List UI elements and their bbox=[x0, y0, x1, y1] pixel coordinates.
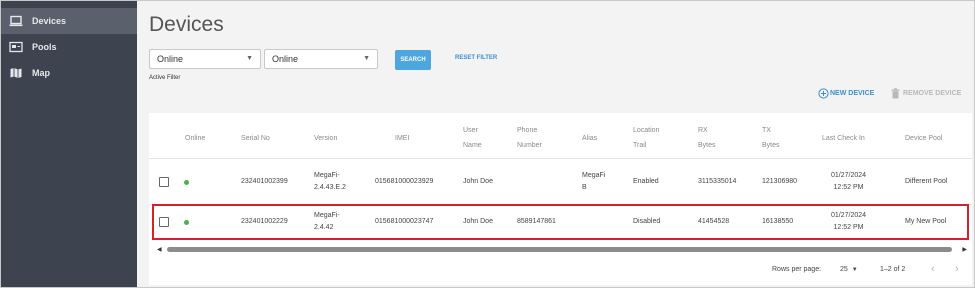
column-header-last-check-in[interactable]: Last Check In bbox=[822, 131, 865, 146]
sidebar-item-devices[interactable]: Devices bbox=[1, 8, 137, 34]
status-select-1[interactable]: Online ▼ bbox=[149, 49, 261, 69]
cell-line: MegaFi- bbox=[314, 172, 340, 179]
cell-version: MegaFi- 2.4.43.E.2 bbox=[314, 170, 346, 194]
column-header-alias[interactable]: Alias bbox=[582, 131, 597, 146]
column-header-imei[interactable]: IMEI bbox=[395, 131, 409, 146]
scroll-right-arrow-icon[interactable]: ▶ bbox=[962, 246, 967, 253]
header-line: Number bbox=[517, 142, 542, 149]
header-line: TX bbox=[762, 127, 771, 134]
scrollbar-thumb[interactable] bbox=[167, 247, 952, 252]
search-button[interactable]: SEARCH bbox=[395, 50, 431, 70]
header-line: Bytes bbox=[698, 142, 716, 149]
header-divider bbox=[149, 158, 972, 159]
header-line: Name bbox=[463, 142, 482, 149]
column-header-tx-bytes[interactable]: TX Bytes bbox=[762, 123, 780, 153]
column-header-phone[interactable]: Phone Number bbox=[517, 123, 542, 153]
select-value: Online bbox=[157, 54, 184, 64]
scroll-left-arrow-icon[interactable]: ◀ bbox=[157, 246, 162, 253]
remove-device-label: REMOVE DEVICE bbox=[903, 90, 962, 97]
column-header-online[interactable]: Online bbox=[185, 131, 205, 146]
rows-per-page-select[interactable]: 25 ▼ bbox=[840, 266, 858, 273]
cell-imei: 015681000023929 bbox=[375, 178, 434, 185]
header-line: Trail bbox=[633, 142, 647, 149]
sidebar: Devices Pools Map bbox=[1, 1, 137, 287]
cell-alias: MegaFi B bbox=[582, 170, 605, 194]
sidebar-item-pools[interactable]: Pools bbox=[1, 34, 137, 60]
cell-location-trail: Enabled bbox=[633, 178, 659, 185]
row-checkbox[interactable] bbox=[159, 177, 169, 187]
cell-serial: 232401002399 bbox=[241, 178, 288, 185]
cell-line: MegaFi bbox=[582, 172, 606, 179]
status-select-2[interactable]: Online ▼ bbox=[264, 49, 378, 69]
pagination-range: 1–2 of 2 bbox=[880, 266, 906, 273]
header-line: RX bbox=[698, 127, 708, 134]
active-filter-label: Active Filter bbox=[149, 75, 181, 81]
row-highlight-box bbox=[152, 204, 969, 240]
cell-device-pool: Different Pool bbox=[905, 178, 948, 185]
next-page-button[interactable]: › bbox=[955, 263, 959, 275]
cell-tx-bytes: 121306980 bbox=[762, 178, 798, 185]
add-circle-icon bbox=[818, 88, 829, 99]
cell-rx-bytes: 3115335014 bbox=[698, 178, 737, 185]
sidebar-item-label: Map bbox=[32, 68, 50, 78]
rows-per-page-value: 25 bbox=[840, 266, 848, 273]
horizontal-scrollbar[interactable]: ◀ ▶ bbox=[157, 246, 967, 253]
column-header-user-name[interactable]: User Name bbox=[463, 123, 482, 153]
cell-line: B bbox=[582, 184, 587, 191]
header-line: User bbox=[463, 127, 478, 134]
new-device-button[interactable]: NEW DEVICE bbox=[818, 88, 874, 99]
header-line: Phone bbox=[517, 127, 538, 134]
prev-page-button[interactable]: ‹ bbox=[931, 263, 935, 275]
new-device-label: NEW DEVICE bbox=[830, 90, 875, 97]
cell-last-check-in: 01/27/2024 12:52 PM bbox=[831, 170, 866, 194]
cell-user-name: John Doe bbox=[463, 178, 493, 185]
laptop-icon bbox=[9, 15, 23, 27]
column-header-location-trail[interactable]: Location Trail bbox=[633, 123, 659, 153]
main-content: Devices Online ▼ Online ▼ SEARCH RESET F… bbox=[137, 1, 974, 287]
sidebar-item-label: Devices bbox=[32, 16, 67, 26]
chevron-down-icon: ▼ bbox=[363, 55, 370, 62]
remove-device-button[interactable]: REMOVE DEVICE bbox=[891, 88, 961, 99]
column-header-rx-bytes[interactable]: RX Bytes bbox=[698, 123, 716, 153]
column-header-device-pool[interactable]: Device Pool bbox=[905, 131, 942, 146]
cell-line: 12:52 PM bbox=[833, 184, 864, 191]
trash-icon bbox=[891, 88, 900, 99]
page-title: Devices bbox=[149, 13, 224, 36]
header-line: Bytes bbox=[762, 142, 780, 149]
reset-filter-button[interactable]: RESET FILTER bbox=[455, 55, 497, 61]
header-line: Location bbox=[633, 127, 660, 134]
sidebar-item-label: Pools bbox=[32, 42, 57, 52]
column-header-serial[interactable]: Serial No bbox=[241, 131, 270, 146]
online-status-dot bbox=[184, 180, 189, 185]
cell-line: 2.4.43.E.2 bbox=[314, 184, 346, 191]
column-header-version[interactable]: Version bbox=[314, 131, 337, 146]
devices-table: Online Serial No Version IMEI User Name … bbox=[149, 113, 972, 285]
cell-line: 01/27/2024 bbox=[831, 172, 867, 179]
map-icon bbox=[9, 67, 23, 79]
chevron-down-icon: ▼ bbox=[246, 55, 253, 62]
chevron-down-icon: ▼ bbox=[851, 267, 858, 273]
pools-icon bbox=[9, 41, 23, 53]
sidebar-item-map[interactable]: Map bbox=[1, 60, 137, 86]
select-value: Online bbox=[272, 54, 299, 64]
rows-per-page-label: Rows per page: bbox=[772, 266, 822, 273]
